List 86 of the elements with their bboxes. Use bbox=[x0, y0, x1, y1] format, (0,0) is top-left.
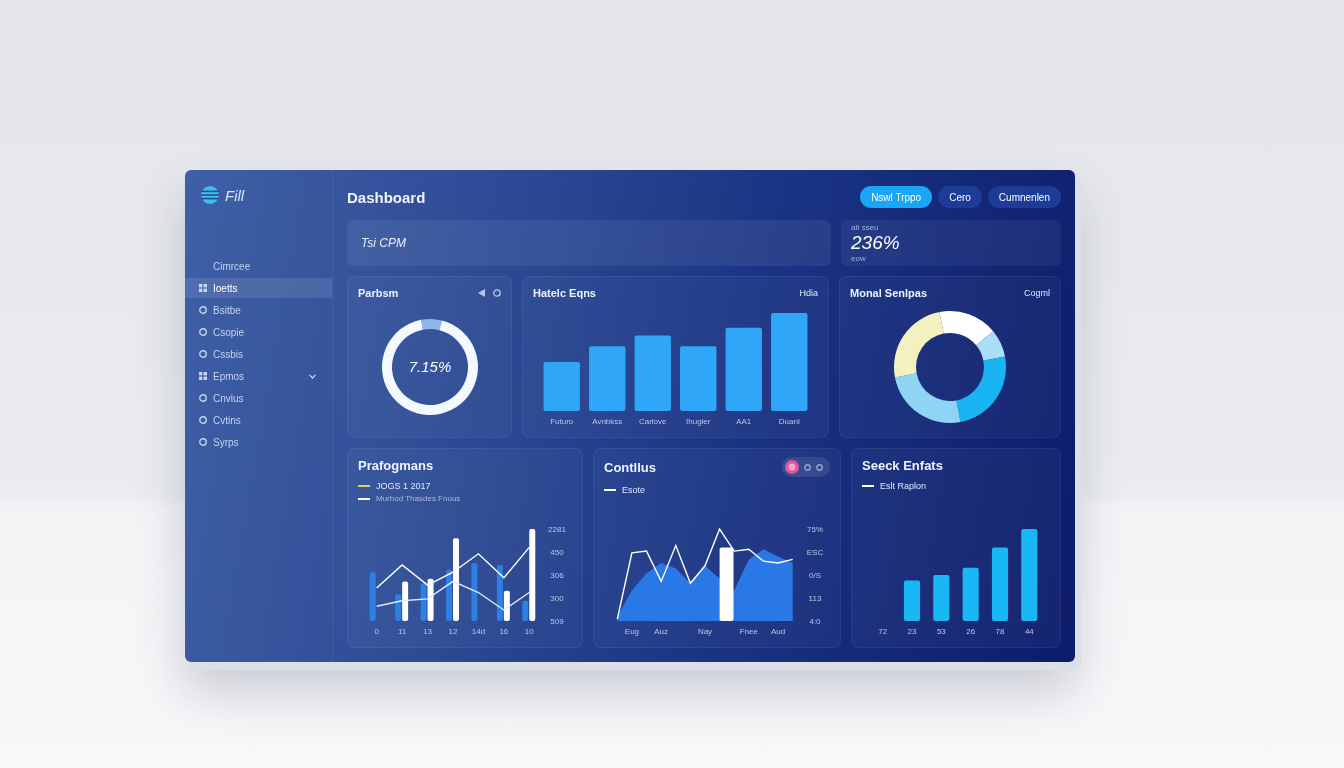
header-button[interactable]: Cero bbox=[938, 186, 982, 208]
sidebar-item[interactable]: Syrps bbox=[185, 432, 332, 452]
donut-center-label: 7.15% bbox=[408, 358, 451, 375]
axis-label: 23 bbox=[907, 627, 917, 636]
legend-label: Esote bbox=[622, 485, 645, 495]
bar bbox=[543, 362, 580, 411]
triangle-icon[interactable] bbox=[478, 289, 485, 297]
axis-label: 75% bbox=[807, 525, 823, 534]
axis-label: 53 bbox=[936, 627, 946, 636]
axis-label: 4:0 bbox=[809, 617, 821, 626]
logo-text: Fill bbox=[225, 186, 245, 204]
card-caption: Hdia bbox=[799, 288, 818, 298]
axis-label: 72 bbox=[878, 627, 888, 636]
card-caption: Cogml bbox=[1024, 288, 1050, 298]
dot-icon bbox=[804, 463, 811, 471]
axis-label: Duanl bbox=[778, 417, 800, 426]
axis-label: 78 bbox=[995, 627, 1005, 636]
axis-label: AA1 bbox=[736, 417, 752, 426]
axis-label: Nay bbox=[697, 627, 713, 636]
bar bbox=[962, 567, 979, 621]
axis-label: 113 bbox=[808, 594, 822, 603]
sidebar-item[interactable]: Cssbis bbox=[185, 344, 332, 364]
axis-label: 12 bbox=[448, 627, 458, 636]
axis-label: Futuro bbox=[550, 417, 574, 426]
sidebar-item[interactable]: Cimrcee bbox=[185, 256, 332, 276]
sidebar-item[interactable]: Epmos bbox=[185, 366, 332, 386]
kpi-note: eow bbox=[851, 254, 866, 263]
axis-label: 2281 bbox=[548, 525, 566, 534]
axis-label: Eug bbox=[624, 627, 640, 636]
legend-label: Eslt Raplon bbox=[880, 481, 927, 491]
card-title: Monal Senlpas bbox=[850, 287, 928, 299]
circle-icon bbox=[199, 328, 207, 336]
axis-label: 10 bbox=[524, 627, 534, 636]
card-title: Prafogmans bbox=[358, 457, 434, 473]
axis-label: Auz bbox=[654, 627, 669, 636]
legend-label: JOGS 1 2017 bbox=[376, 481, 431, 491]
circle-icon bbox=[199, 306, 207, 314]
circle-icon bbox=[199, 350, 207, 358]
axis-label: Aud bbox=[770, 627, 786, 636]
grid-icon bbox=[199, 284, 207, 292]
view-toggle[interactable] bbox=[782, 457, 830, 477]
circle-icon bbox=[199, 416, 207, 424]
axis-label: 14d bbox=[471, 627, 486, 636]
sidebar-item[interactable]: Csopie bbox=[185, 322, 332, 342]
axis-label: 11 bbox=[398, 627, 407, 636]
card-title: Hatelc Eqns bbox=[533, 287, 596, 299]
axis-label: 450 bbox=[550, 548, 564, 557]
kpi-value: 236% bbox=[851, 232, 900, 254]
summary-text: Tsi CPM bbox=[361, 236, 406, 250]
circle-icon bbox=[199, 394, 207, 402]
axis-label: ESC bbox=[806, 548, 824, 557]
axis-label: 0 bbox=[374, 627, 379, 636]
sidebar-item[interactable]: Cvtins bbox=[185, 410, 332, 430]
axis-label: Carlove bbox=[638, 417, 667, 426]
kpi-label: ati sseu bbox=[851, 223, 879, 232]
bar bbox=[933, 575, 950, 621]
axis-label: 306 bbox=[550, 571, 564, 580]
circle-icon bbox=[199, 438, 207, 446]
page-title: Dashboard bbox=[347, 188, 426, 206]
card-title: Contllus bbox=[604, 459, 656, 475]
axis-label: 509 bbox=[550, 617, 564, 626]
logo-icon bbox=[201, 186, 219, 204]
axis-label: 16 bbox=[499, 627, 509, 636]
axis-label: 13 bbox=[423, 627, 432, 636]
axis-label: Avnbkss bbox=[592, 417, 623, 426]
bar bbox=[903, 580, 921, 621]
grid-icon bbox=[199, 372, 207, 380]
bar bbox=[589, 346, 626, 411]
bar bbox=[680, 346, 717, 411]
axis-label: 0/S bbox=[809, 571, 821, 580]
sidebar-item[interactable]: Cnvius bbox=[185, 388, 332, 408]
dot-icon bbox=[816, 463, 823, 471]
header-button[interactable]: Nswl Trppo bbox=[860, 186, 933, 208]
axis-label: 44 bbox=[1024, 627, 1034, 636]
sidebar-item[interactable]: Bsitbe bbox=[185, 300, 332, 320]
circle-icon[interactable] bbox=[493, 289, 501, 297]
header-button[interactable]: Cumnenlen bbox=[987, 186, 1061, 208]
axis-label: Fnee bbox=[739, 627, 758, 636]
axis-label: 26 bbox=[966, 627, 976, 636]
card-title: Parbsm bbox=[358, 287, 399, 299]
axis-label: 300 bbox=[550, 594, 564, 603]
card-title: Seeck Enfats bbox=[862, 457, 943, 473]
axis-label: Ihugler bbox=[686, 417, 711, 426]
legend-label: Murbod Thasdes Fnous bbox=[376, 494, 461, 503]
sidebar-item[interactable]: Ioetts bbox=[185, 278, 332, 298]
donut-slice bbox=[895, 373, 961, 423]
